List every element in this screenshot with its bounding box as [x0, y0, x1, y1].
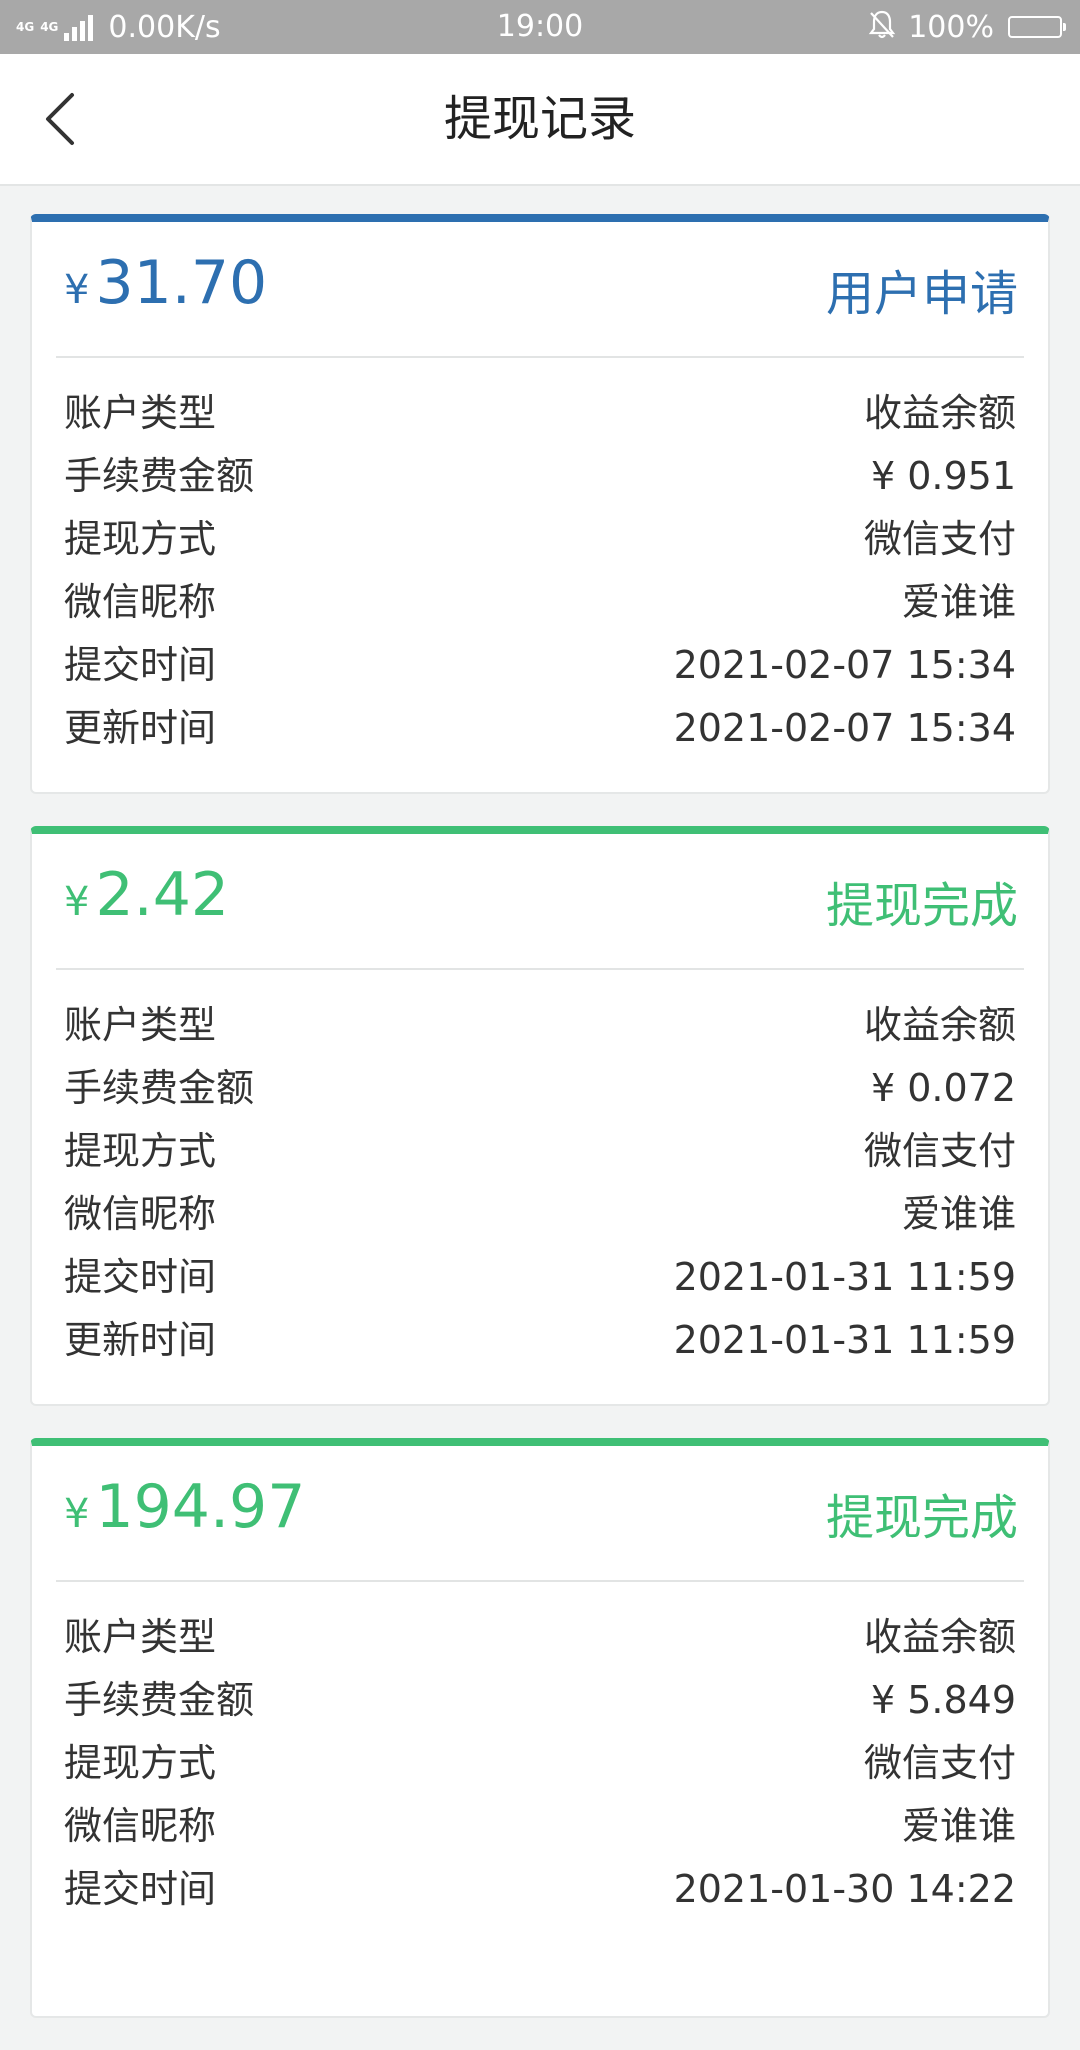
- detail-value: 2021-01-31 11:59: [673, 1318, 1016, 1362]
- detail-value: 微信支付: [863, 1129, 1016, 1173]
- amount-value: 194.97: [95, 1472, 306, 1542]
- withdrawal-record-card[interactable]: ¥194.97 提现完成 账户类型 收益余额 手续费金额 ¥ 5.849 提现方…: [30, 1438, 1050, 2018]
- status-bar: 4G 4G 0.00K/s 19:00 100%: [0, 0, 1080, 54]
- detail-value: 2021-02-07 15:34: [673, 706, 1016, 750]
- detail-value: 爱谁谁: [901, 1804, 1016, 1848]
- detail-label: 手续费金额: [64, 1066, 255, 1110]
- detail-row-fee: 手续费金额 ¥ 5.849: [64, 1669, 1016, 1732]
- withdrawal-record-card[interactable]: ¥2.42 提现完成 账户类型 收益余额 手续费金额 ¥ 0.072 提现方式 …: [30, 826, 1050, 1406]
- detail-label: 更新时间: [64, 706, 217, 750]
- detail-row-nickname: 微信昵称 爱谁谁: [64, 1183, 1016, 1246]
- detail-value: ¥ 5.849: [870, 1678, 1016, 1722]
- amount-value: 2.42: [95, 860, 230, 930]
- detail-value: 微信支付: [863, 517, 1016, 561]
- header-bar: 提现记录: [0, 54, 1080, 186]
- card-header: ¥194.97 提现完成: [56, 1446, 1024, 1582]
- detail-label: 微信昵称: [64, 1804, 217, 1848]
- detail-row-fee: 手续费金额 ¥ 0.072: [64, 1057, 1016, 1120]
- detail-row-method: 提现方式 微信支付: [64, 508, 1016, 571]
- detail-value: ¥ 0.072: [870, 1066, 1016, 1110]
- status-right: 100%: [868, 0, 1066, 54]
- detail-value: 2021-01-31 11:59: [673, 1255, 1016, 1299]
- detail-row-update-time: 更新时间 2021-02-07 15:34: [64, 697, 1016, 760]
- currency-symbol: ¥: [64, 1491, 90, 1537]
- detail-row-account-type: 账户类型 收益余额: [64, 994, 1016, 1057]
- detail-value: ¥ 0.951: [870, 454, 1016, 498]
- detail-value: 爱谁谁: [901, 580, 1016, 624]
- withdrawal-record-card[interactable]: ¥31.70 用户申请 账户类型 收益余额 手续费金额 ¥ 0.951 提现方式…: [30, 214, 1050, 794]
- detail-row-method: 提现方式 微信支付: [64, 1120, 1016, 1183]
- withdrawal-amount: ¥2.42: [64, 860, 229, 930]
- battery-level: 100%: [908, 9, 994, 45]
- detail-value: 收益余额: [863, 1615, 1016, 1659]
- detail-label: 提交时间: [64, 643, 217, 687]
- currency-symbol: ¥: [64, 267, 90, 313]
- detail-value: 收益余额: [863, 391, 1016, 435]
- detail-label: 微信昵称: [64, 1192, 217, 1236]
- detail-row-method: 提现方式 微信支付: [64, 1732, 1016, 1795]
- detail-value: 爱谁谁: [901, 1192, 1016, 1236]
- card-details: 账户类型 收益余额 手续费金额 ¥ 0.072 提现方式 微信支付 微信昵称 爱…: [32, 970, 1048, 1372]
- card-header: ¥31.70 用户申请: [56, 222, 1024, 358]
- battery-icon: [1008, 16, 1066, 38]
- detail-row-submit-time: 提交时间 2021-02-07 15:34: [64, 634, 1016, 697]
- detail-row-nickname: 微信昵称 爱谁谁: [64, 1795, 1016, 1858]
- detail-label: 账户类型: [64, 1615, 217, 1659]
- detail-value: 2021-02-07 15:34: [673, 643, 1016, 687]
- page-title: 提现记录: [443, 91, 636, 147]
- detail-label: 账户类型: [64, 391, 217, 435]
- detail-value: 2021-01-30 14:22: [673, 1867, 1016, 1911]
- withdrawal-amount: ¥31.70: [64, 248, 267, 318]
- detail-label: 提现方式: [64, 1741, 217, 1785]
- currency-symbol: ¥: [64, 879, 90, 925]
- detail-label: 提交时间: [64, 1255, 217, 1299]
- detail-row-nickname: 微信昵称 爱谁谁: [64, 571, 1016, 634]
- detail-label: 手续费金额: [64, 454, 255, 498]
- detail-value: 微信支付: [863, 1741, 1016, 1785]
- status-badge: 提现完成: [825, 878, 1018, 934]
- amount-value: 31.70: [95, 248, 268, 318]
- card-details: 账户类型 收益余额 手续费金额 ¥ 0.951 提现方式 微信支付 微信昵称 爱…: [32, 358, 1048, 760]
- withdrawal-record-list: ¥31.70 用户申请 账户类型 收益余额 手续费金额 ¥ 0.951 提现方式…: [30, 214, 1050, 2050]
- detail-row-account-type: 账户类型 收益余额: [64, 1606, 1016, 1669]
- status-badge: 用户申请: [825, 266, 1018, 322]
- status-badge: 提现完成: [825, 1490, 1018, 1546]
- withdrawal-amount: ¥194.97: [64, 1472, 305, 1542]
- detail-row-submit-time: 提交时间 2021-01-31 11:59: [64, 1246, 1016, 1309]
- detail-row-account-type: 账户类型 收益余额: [64, 382, 1016, 445]
- detail-label: 更新时间: [64, 1318, 217, 1362]
- detail-label: 提现方式: [64, 517, 217, 561]
- card-details: 账户类型 收益余额 手续费金额 ¥ 5.849 提现方式 微信支付 微信昵称 爱…: [32, 1582, 1048, 1921]
- card-header: ¥2.42 提现完成: [56, 834, 1024, 970]
- detail-label: 手续费金额: [64, 1678, 255, 1722]
- detail-label: 提现方式: [64, 1129, 217, 1173]
- detail-label: 微信昵称: [64, 580, 217, 624]
- detail-row-submit-time: 提交时间 2021-01-30 14:22: [64, 1858, 1016, 1921]
- detail-label: 账户类型: [64, 1003, 217, 1047]
- silent-bell-icon: [868, 9, 896, 46]
- detail-row-fee: 手续费金额 ¥ 0.951: [64, 445, 1016, 508]
- detail-value: 收益余额: [863, 1003, 1016, 1047]
- detail-row-update-time: 更新时间 2021-01-31 11:59: [64, 1309, 1016, 1372]
- detail-label: 提交时间: [64, 1867, 217, 1911]
